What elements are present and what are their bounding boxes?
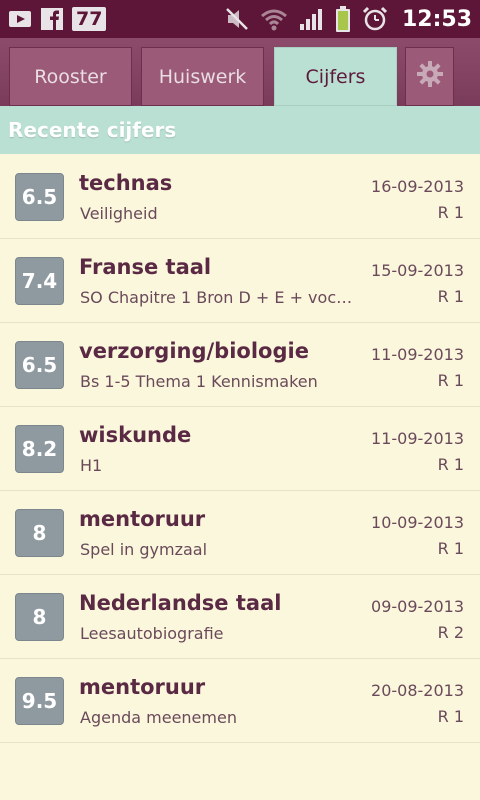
status-bar: 77 12:53: [0, 0, 480, 38]
battery-icon: [334, 5, 352, 33]
list-item[interactable]: 6.5 technas Veiligheid 16-09-2013 R 1: [0, 155, 480, 239]
list-item[interactable]: 8 mentoruur Spel in gymzaal 10-09-2013 R…: [0, 491, 480, 575]
grade-period: R 1: [437, 707, 464, 726]
subject-name: technas: [79, 171, 173, 195]
signal-icon: [298, 6, 324, 32]
list-item[interactable]: 8.2 wiskunde H1 11-09-2013 R 1: [0, 407, 480, 491]
tab-label: Cijfers: [305, 65, 366, 88]
grade-badge: 8: [15, 509, 64, 557]
subject-name: wiskunde: [79, 423, 192, 447]
grade-badge: 6.5: [15, 173, 64, 221]
grade-period: R 1: [437, 287, 464, 306]
facebook-icon: [40, 7, 64, 31]
subject-name: Nederlandse taal: [79, 591, 282, 615]
subject-name: mentoruur: [79, 675, 206, 699]
grade-description: Agenda meenemen: [80, 708, 237, 727]
grade-badge: 8: [15, 593, 64, 641]
grade-badge: 8.2: [15, 425, 64, 473]
clock: 12:53: [401, 6, 472, 32]
grade-description: Spel in gymzaal: [80, 540, 208, 559]
grade-period: R 1: [437, 203, 464, 222]
grade-date: 11-09-2013: [371, 429, 464, 448]
section-title: Recente cijfers: [8, 118, 177, 142]
tab-rooster[interactable]: Rooster: [9, 47, 132, 106]
grade-date: 15-09-2013: [371, 261, 464, 280]
grade-date: 16-09-2013: [371, 177, 464, 196]
notification-count: 77: [72, 7, 107, 31]
subject-name: verzorging/biologie: [79, 339, 309, 363]
youtube-icon: [8, 7, 32, 31]
list-item[interactable]: 7.4 Franse taal SO Chapitre 1 Bron D + E…: [0, 239, 480, 323]
grade-description: Bs 1-5 Thema 1 Kennismaken: [80, 372, 318, 391]
subject-name: Franse taal: [79, 255, 212, 279]
grade-period: R 1: [437, 371, 464, 390]
grade-description: H1: [80, 456, 103, 475]
grade-badge: 6.5: [15, 341, 64, 389]
list-item[interactable]: 6.5 verzorging/biologie Bs 1-5 Thema 1 K…: [0, 323, 480, 407]
grade-period: R 2: [437, 623, 464, 642]
wifi-icon: [260, 6, 288, 32]
grade-date: 20-08-2013: [371, 681, 464, 700]
mute-icon: [224, 6, 250, 32]
list-item[interactable]: 9.5 mentoruur Agenda meenemen 20-08-2013…: [0, 659, 480, 743]
tab-label: Rooster: [34, 65, 107, 88]
grade-badge: 9.5: [15, 677, 64, 725]
grade-description: Veiligheid: [80, 204, 158, 223]
section-header: Recente cijfers: [0, 106, 480, 154]
list-item[interactable]: 8 Nederlandse taal Leesautobiografie 09-…: [0, 575, 480, 659]
tab-cijfers[interactable]: Cijfers: [274, 47, 397, 106]
tab-huiswerk[interactable]: Huiswerk: [141, 47, 264, 106]
grade-date: 11-09-2013: [371, 345, 464, 364]
tab-bar: Rooster Huiswerk Cijfers: [0, 38, 480, 106]
grade-badge: 7.4: [15, 257, 64, 305]
grade-date: 10-09-2013: [371, 513, 464, 532]
grade-date: 09-09-2013: [371, 597, 464, 616]
gear-icon: [416, 60, 444, 93]
alarm-icon: [362, 6, 388, 32]
grade-description: Leesautobiografie: [80, 624, 224, 643]
grade-description: SO Chapitre 1 Bron D + E + voc…: [80, 288, 353, 307]
subject-name: mentoruur: [79, 507, 206, 531]
grade-period: R 1: [437, 455, 464, 474]
settings-button[interactable]: [405, 47, 454, 106]
grade-period: R 1: [437, 539, 464, 558]
tab-label: Huiswerk: [158, 65, 247, 88]
grades-list: 6.5 technas Veiligheid 16-09-2013 R 1 7.…: [0, 155, 480, 743]
